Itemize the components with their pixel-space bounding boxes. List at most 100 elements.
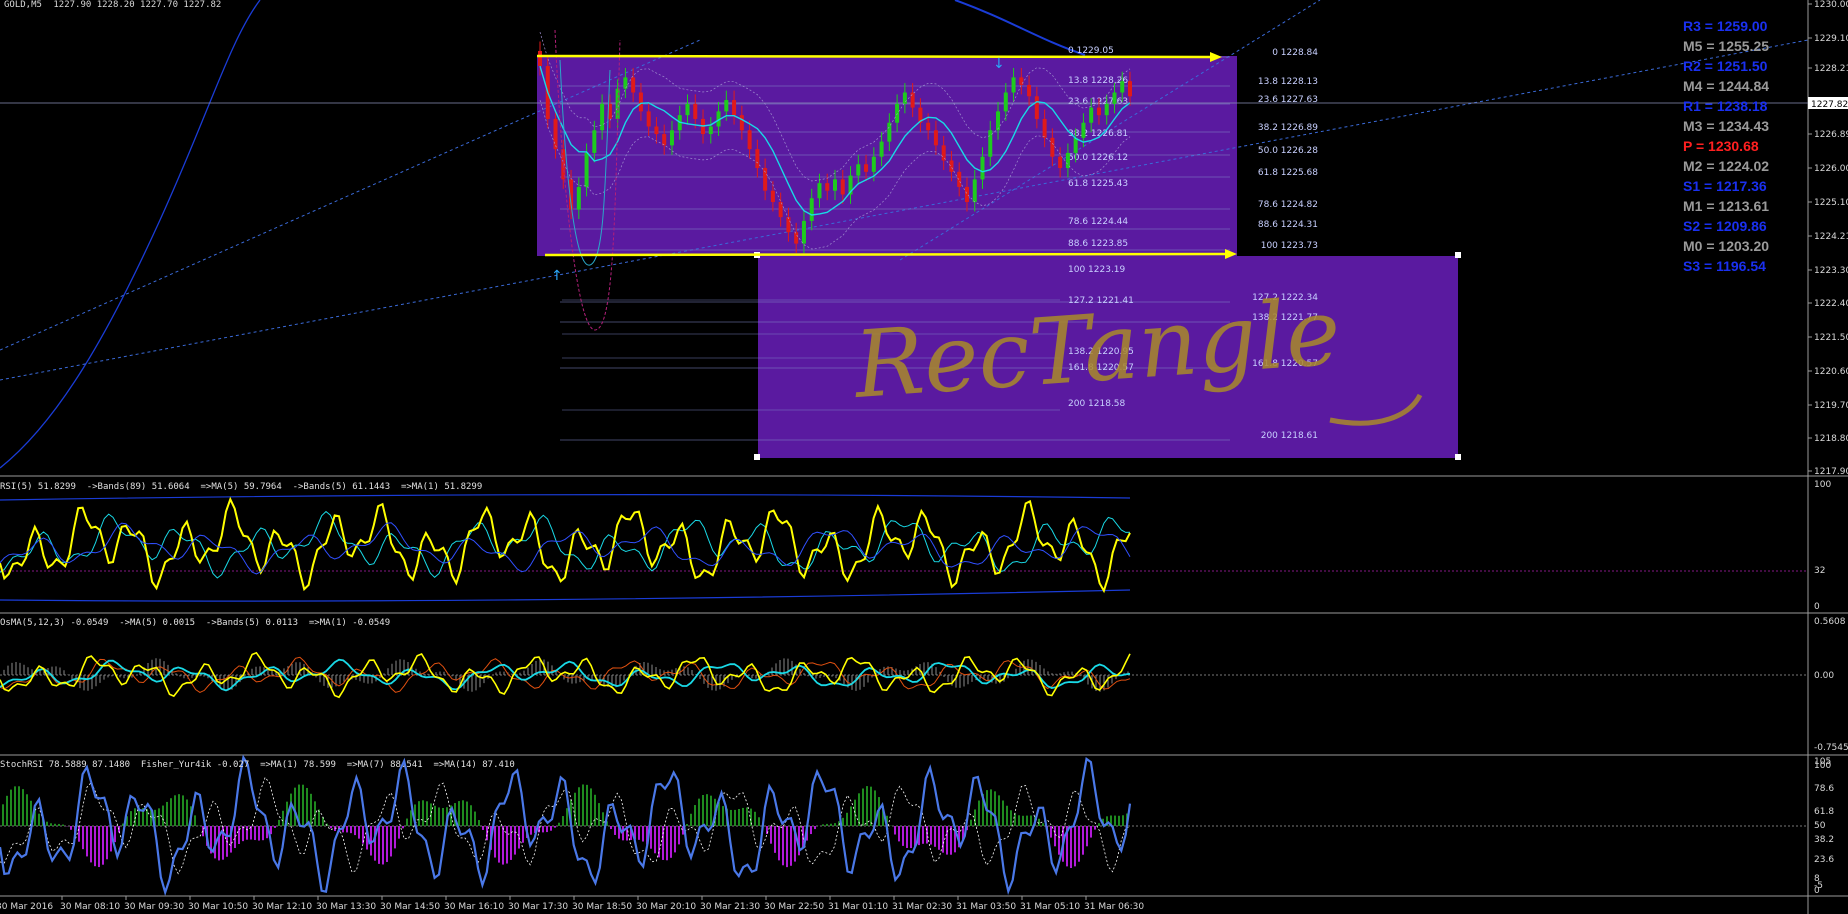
candle-body [809, 198, 814, 221]
time-tick-label: 30 Mar 21:30 [700, 902, 760, 912]
time-tick-label: 30 Mar 08:10 [60, 902, 120, 912]
candle-body [724, 100, 729, 112]
candle-body [708, 126, 713, 135]
candle-body [817, 183, 822, 199]
time-tick-label: 31 Mar 05:10 [1020, 902, 1080, 912]
rectangle-top-line [536, 54, 1211, 59]
fib-label-right: 78.6 1224.82 [1258, 200, 1318, 210]
candle-body [553, 118, 558, 150]
candle-body [1112, 92, 1117, 104]
stoch-tick-label: 0 [1814, 886, 1820, 896]
candle-body [1011, 77, 1016, 93]
pivot-level: M3 = 1234.43 [1683, 118, 1770, 134]
box-handle [1455, 252, 1461, 258]
rsi-header: RSI(5) 51.8299 ->Bands(89) 51.6064 =>MA(… [0, 482, 483, 492]
stoch-header: StochRSI 78.5889 87.1480 Fisher_Yur4ik -… [0, 760, 515, 770]
rsi-tick-label: 32 [1814, 566, 1825, 576]
candle-body [957, 171, 962, 187]
candle-body [739, 115, 744, 131]
box-handle [1455, 454, 1461, 460]
candle-body [972, 179, 977, 203]
chart-canvas[interactable]: 0 1228.84 13.8 1228.13 23.6 1227.63 38.2 12… [0, 0, 1848, 914]
fib-label-inner: 78.6 1224.44 [1068, 217, 1128, 227]
candle-body [833, 179, 837, 191]
candle-body [856, 164, 861, 176]
time-tick-label: 30 Mar 17:30 [508, 902, 568, 912]
candle-body [786, 217, 791, 233]
fib-label-right: 88.6 1224.31 [1258, 220, 1318, 230]
candle-body [732, 100, 737, 116]
time-tick-label: 31 Mar 06:30 [1084, 902, 1144, 912]
time-tick-label: 30 Mar 13:30 [316, 902, 376, 912]
pivot-level: S1 = 1217.36 [1683, 178, 1767, 194]
candle-body [576, 186, 581, 210]
candle-body [623, 77, 628, 89]
candle-body [1003, 92, 1008, 112]
stoch-tick-label: 38.2 [1814, 835, 1834, 845]
candle-body [592, 130, 597, 153]
candle-body [933, 130, 938, 146]
price-tick-label: 1218.80 [1814, 434, 1848, 444]
pivot-level: R3 = 1259.00 [1683, 18, 1768, 34]
candle-body [1120, 81, 1125, 93]
candle-body [1050, 137, 1055, 157]
osma-tick-label: 0.5608 [1814, 617, 1846, 627]
stoch-tick-label: 23.6 [1814, 855, 1834, 865]
pivot-level: P = 1230.68 [1683, 138, 1759, 154]
candle-body [949, 160, 954, 172]
candle-body [1027, 84, 1032, 97]
ohlc-text: 1227.90 1228.20 1227.70 1227.82 [53, 0, 222, 10]
time-tick-label: 30 Mar 10:50 [188, 902, 248, 912]
time-tick-label: 31 Mar 01:10 [828, 902, 888, 912]
fib-label-right: 0 1228.84 [1272, 48, 1318, 58]
candle-body [638, 92, 643, 112]
candle-body [871, 156, 876, 172]
fib-label-inner: 100 1223.19 [1068, 265, 1126, 275]
time-tick-label: 30 Mar 12:10 [252, 902, 312, 912]
candle-body [662, 134, 667, 146]
price-tick-label: 1230.00 [1814, 0, 1848, 10]
fib-label-right: 23.6 1227.63 [1258, 95, 1318, 105]
candle-body [801, 220, 806, 244]
candle-body [996, 111, 1001, 131]
chart-window: 0 1228.84 13.8 1228.13 23.6 1227.63 38.2 12… [0, 0, 1848, 914]
candle-body [755, 149, 760, 169]
rsi-band-upper [0, 494, 1131, 501]
pivot-level: S3 = 1196.54 [1683, 258, 1766, 274]
rsi-band-lower [0, 589, 1131, 602]
candle-body [1128, 81, 1132, 97]
candle-body [600, 103, 605, 131]
candle-body [685, 103, 690, 116]
stochrsi-line [0, 754, 1132, 897]
fib-label-inner: 23.6 1227.63 [1068, 97, 1128, 107]
fib-label-inner: 0 1229.05 [1068, 46, 1114, 56]
candle-body [631, 77, 636, 93]
ma-line-blue [0, 0, 261, 469]
candle-body [584, 152, 589, 187]
candle-body [895, 103, 900, 123]
candle-body [964, 186, 969, 203]
pivot-level: M0 = 1203.20 [1683, 238, 1770, 254]
time-tick-label: 31 Mar 03:50 [956, 902, 1016, 912]
time-tick-label: 30 Mar 2016 [0, 902, 53, 912]
time-tick-label: 30 Mar 09:30 [124, 902, 184, 912]
candle-body [1081, 122, 1086, 138]
candle-body [770, 190, 775, 203]
stoch-tick-label: 50 [1814, 821, 1826, 831]
candle-body [926, 122, 931, 131]
candle-body [840, 179, 845, 195]
candle-body [693, 103, 698, 119]
time-tick-label: 30 Mar 20:10 [636, 902, 696, 912]
osma-header: OsMA(5,12,3) -0.0549 ->MA(5) 0.0015 ->Ba… [0, 618, 391, 628]
fib-label-inner: 50.0 1226.12 [1068, 153, 1128, 163]
osma-tick-label: 0.00 [1814, 671, 1834, 681]
candle-body [747, 130, 752, 150]
price-tick-label: 1220.60 [1814, 367, 1848, 377]
chart-title: GOLD,M5 1227.90 1228.20 1227.70 1227.82 [4, 0, 221, 10]
pivot-list: R3 = 1259.00 M5 = 1255.25 R2 = 1251.50 M4 =… [1683, 16, 1823, 276]
stoch-ma-line [0, 776, 1131, 875]
rsi-tick-label: 100 [1814, 480, 1831, 490]
candle-body [1073, 137, 1078, 153]
osma-tick-label: -0.7545 [1814, 743, 1848, 753]
fib-label-right: 100 1223.73 [1261, 241, 1318, 251]
